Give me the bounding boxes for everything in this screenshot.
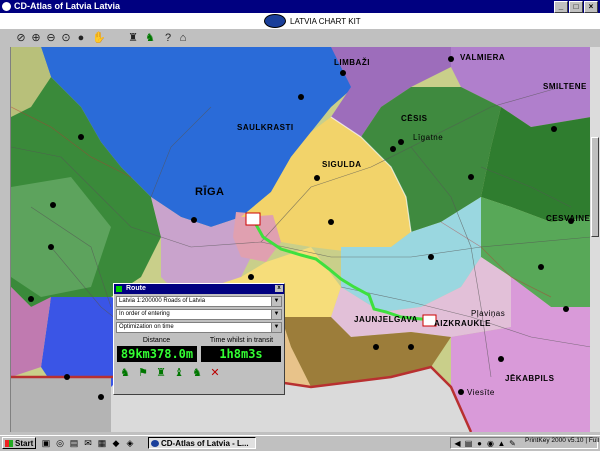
zoom-in-icon[interactable]: ⊕ — [29, 31, 43, 45]
route-panel-titlebar[interactable]: Route x — [114, 284, 284, 294]
save-route-icon[interactable]: ♜ — [153, 366, 169, 380]
distance-display: 89km378.0m — [117, 346, 197, 362]
close-button[interactable]: × — [584, 1, 598, 13]
printkey-icon[interactable]: ✎ — [508, 439, 517, 448]
folder-icon[interactable]: ▤ — [68, 438, 80, 449]
map-canvas[interactable]: LIMBAŽI VALMIERA SMILTENE SAULKRASTI CĒS… — [10, 47, 591, 432]
time-label: Time whilst in transit — [209, 337, 274, 344]
tray-app-icon[interactable]: ● — [475, 439, 484, 448]
label-cesvaine: CESVAINE — [546, 214, 591, 223]
order-select[interactable]: In order of entering ▼ — [116, 309, 282, 320]
add-point-icon[interactable]: ♞ — [117, 366, 133, 380]
mail-icon[interactable]: ✉ — [82, 438, 94, 449]
maximize-button[interactable]: □ — [569, 1, 583, 13]
printkey-status: PrintKey 2000 v5.10 | Full — [525, 437, 600, 444]
zoom-select-icon[interactable]: ⊘ — [14, 31, 28, 45]
app-icon[interactable]: ◆ — [110, 438, 122, 449]
chevron-down-icon[interactable]: ▼ — [271, 310, 281, 319]
start-label: Start — [15, 439, 34, 448]
globe-icon[interactable]: ● — [74, 31, 88, 45]
minimize-button[interactable]: _ — [554, 1, 568, 13]
chart-kit-logo-icon — [264, 14, 286, 28]
hand-icon[interactable]: ✋ — [92, 31, 106, 45]
map-graphics — [11, 47, 591, 432]
close-icon[interactable]: x — [275, 285, 283, 292]
optimization-select[interactable]: Optimization on time ▼ — [116, 322, 282, 333]
taskbar-item-label: CD-Atlas of Latvia - L... — [161, 439, 249, 448]
print-route-icon[interactable]: ♝ — [171, 366, 187, 380]
time-display: 1h8m3s — [201, 346, 281, 362]
info-icon[interactable]: ⌂ — [176, 31, 190, 45]
label-plavinas: Pļaviņas — [471, 309, 506, 318]
zoom-fit-icon[interactable]: ⊙ — [59, 31, 73, 45]
window-title: CD-Atlas of Latvia Latvia — [14, 1, 121, 11]
map-select-value: Latvia 1:200000 Roads of Latvia — [119, 298, 206, 304]
volume-icon[interactable]: ◀ — [453, 439, 462, 448]
taskbar-item-atlas[interactable]: CD-Atlas of Latvia - L... — [148, 437, 256, 449]
label-cesis: CĒSIS — [401, 114, 428, 123]
windows-logo-icon — [5, 440, 13, 447]
app-icon — [2, 2, 11, 11]
route-icon — [116, 286, 122, 292]
toolbar: ⊘ ⊕ ⊖ ⊙ ● ✋ ♜ ♞ ? ⌂ — [0, 29, 600, 47]
zoom-out-icon[interactable]: ⊖ — [44, 31, 58, 45]
distance-label: Distance — [142, 337, 171, 344]
system-tray: ◀ ▤ ● ◉ ▲ ✎ PrintKey 2000 v5.10 | Full — [450, 437, 600, 449]
label-ligatne: Līgatne — [413, 133, 444, 142]
title-bar: CD-Atlas of Latvia Latvia _ □ × — [0, 0, 600, 13]
tray-app-icon[interactable]: ▲ — [497, 439, 506, 448]
map-select[interactable]: Latvia 1:200000 Roads of Latvia ▼ — [116, 296, 282, 307]
label-jekabpils: JĒKABPILS — [505, 374, 555, 383]
label-saulkrasti: SAULKRASTI — [237, 123, 294, 132]
label-jaunjelgava: JAUNJELGAVA — [354, 315, 418, 324]
start-point-icon[interactable]: ⚑ — [135, 366, 151, 380]
internet-icon[interactable]: ◎ — [54, 438, 66, 449]
label-viesite: Viesīte — [467, 388, 495, 397]
order-select-value: In order of entering — [119, 311, 170, 317]
clear-route-icon[interactable]: ✕ — [207, 366, 223, 380]
help-icon[interactable]: ? — [161, 31, 175, 45]
chevron-down-icon[interactable]: ▼ — [271, 297, 281, 306]
network-icon[interactable]: ▤ — [464, 439, 473, 448]
label-limbazi: LIMBAŽI — [334, 58, 370, 67]
optimization-select-value: Optimization on time — [119, 324, 174, 330]
label-riga: RĪGA — [195, 186, 225, 198]
reverse-route-icon[interactable]: ♞ — [189, 366, 205, 380]
atlas-icon — [151, 440, 159, 447]
chevron-down-icon[interactable]: ▼ — [271, 323, 281, 332]
vertical-scrollbar[interactable] — [590, 47, 600, 432]
label-sigulda: SIGULDA — [322, 160, 362, 169]
app-icon[interactable]: ◈ — [124, 438, 136, 449]
start-button[interactable]: Start — [2, 437, 36, 449]
desktop-icon[interactable]: ▦ — [96, 438, 108, 449]
label-smiltene: SMILTENE — [543, 82, 587, 91]
label-valmiera: VALMIERA — [460, 53, 506, 62]
taskbar: Start ▣ ◎ ▤ ✉ ▦ ◆ ◈ CD-Atlas of Latvia -… — [0, 435, 600, 451]
walker-icon[interactable]: ♜ — [126, 31, 140, 45]
route-panel: Route x Latvia 1:200000 Roads of Latvia … — [113, 283, 285, 395]
route-icon[interactable]: ♞ — [143, 31, 157, 45]
label-aizkraukle: AIZKRAUKLE — [434, 319, 491, 328]
brand-header: LATVIA CHART KIT — [0, 13, 600, 29]
route-panel-title: Route — [126, 285, 146, 292]
tray-app-icon[interactable]: ◉ — [486, 439, 495, 448]
brand-title: LATVIA CHART KIT — [290, 16, 361, 26]
explorer-icon[interactable]: ▣ — [40, 438, 52, 449]
scroll-thumb[interactable] — [591, 137, 599, 237]
